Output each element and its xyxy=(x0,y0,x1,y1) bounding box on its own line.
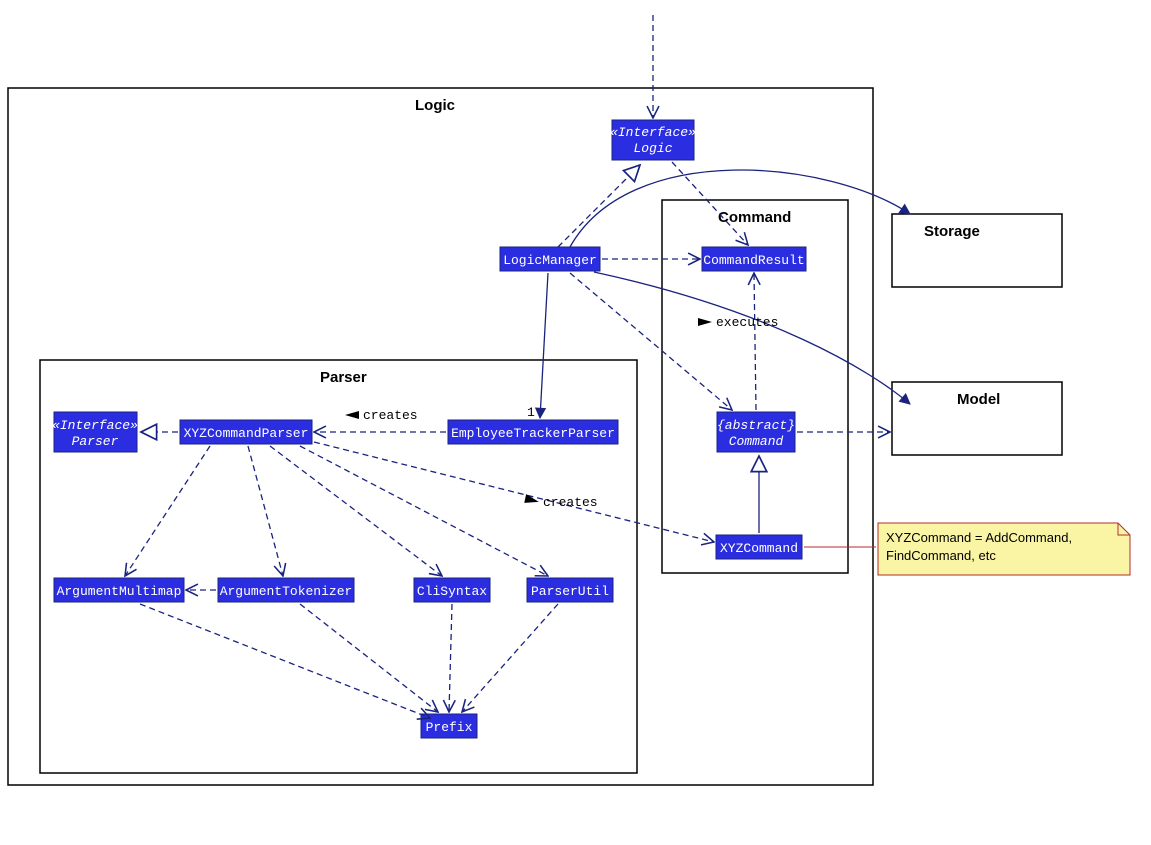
package-model-label: Model xyxy=(957,391,1000,408)
class-parser-interface-stereo: «Interface» xyxy=(52,418,138,433)
edge-xyzparser-to-argmultimap xyxy=(125,446,210,576)
edge-clisyntax-to-prefix xyxy=(449,604,452,712)
class-parser-util: ParserUtil xyxy=(527,578,613,602)
edge-command-to-commandresult xyxy=(754,273,756,410)
note-xyz-command: XYZCommand = AddCommand, FindCommand, et… xyxy=(878,523,1130,575)
class-abstract-command-stereo: {abstract} xyxy=(717,418,795,433)
edge-creates1-label: creates xyxy=(363,408,418,423)
class-employee-tracker-parser-name: EmployeeTrackerParser xyxy=(451,426,615,441)
class-argument-tokenizer-name: ArgumentTokenizer xyxy=(220,584,353,599)
edge-logicmanager-to-employeetrackerparser xyxy=(540,273,548,418)
edge-logicmanager-to-model xyxy=(594,272,910,404)
edge-creates1-label-group: creates xyxy=(345,408,418,423)
class-logic-interface-name: Logic xyxy=(633,141,672,156)
class-logic-manager-name: LogicManager xyxy=(503,253,597,268)
class-command-result-name: CommandResult xyxy=(703,253,804,268)
class-xyz-command-parser: XYZCommandParser xyxy=(180,420,312,444)
class-prefix-name: Prefix xyxy=(426,720,473,735)
edge-xyzparser-to-clisyntax xyxy=(270,446,442,576)
edge-argmultimap-to-prefix xyxy=(140,604,430,718)
class-parser-util-name: ParserUtil xyxy=(531,584,609,599)
package-model: Model xyxy=(892,382,1062,455)
class-parser-interface: «Interface» Parser xyxy=(52,412,138,452)
class-employee-tracker-parser: EmployeeTrackerParser xyxy=(448,420,618,444)
edge-mult-one: 1 xyxy=(527,405,535,420)
note-line2: FindCommand, etc xyxy=(886,548,996,563)
class-argument-multimap: ArgumentMultimap xyxy=(54,578,184,602)
edge-logic-to-commandresult xyxy=(672,162,748,245)
class-parser-interface-name: Parser xyxy=(72,434,119,449)
edge-parserutil-to-prefix xyxy=(462,604,558,712)
edge-executes-label: executes xyxy=(716,315,778,330)
class-xyz-command: XYZCommand xyxy=(716,535,802,559)
class-cli-syntax: CliSyntax xyxy=(414,578,490,602)
package-logic-label: Logic xyxy=(415,97,455,114)
edge-creates2-label-group: creates xyxy=(524,494,597,510)
class-cli-syntax-name: CliSyntax xyxy=(417,584,487,599)
edge-xyzparser-to-argtokenizer xyxy=(248,446,283,576)
class-command-result: CommandResult xyxy=(702,247,806,271)
edge-creates2-label: creates xyxy=(543,495,598,510)
edge-executes-label-group: executes xyxy=(698,315,778,330)
class-xyz-command-parser-name: XYZCommandParser xyxy=(184,426,309,441)
class-abstract-command-name: Command xyxy=(729,434,784,449)
class-argument-tokenizer: ArgumentTokenizer xyxy=(218,578,354,602)
class-xyz-command-name: XYZCommand xyxy=(720,541,798,556)
edge-argtokenizer-to-prefix xyxy=(300,604,438,712)
package-storage-label: Storage xyxy=(924,223,980,240)
class-logic-manager: LogicManager xyxy=(500,247,600,271)
class-argument-multimap-name: ArgumentMultimap xyxy=(57,584,182,599)
note-line1: XYZCommand = AddCommand, xyxy=(886,530,1072,545)
package-parser-label: Parser xyxy=(320,369,367,386)
edge-xyzparser-to-parserutil xyxy=(300,446,548,576)
class-abstract-command: {abstract} Command xyxy=(717,412,795,452)
package-storage: Storage xyxy=(892,214,1062,287)
class-logic-interface-stereo: «Interface» xyxy=(610,125,696,140)
edge-logicmanager-realizes-logic xyxy=(558,165,640,247)
edge-xyzparser-creates-xyzcommand xyxy=(314,442,714,542)
edge-logicmanager-executes-command xyxy=(570,273,732,410)
class-logic-interface: «Interface» Logic xyxy=(610,120,696,160)
